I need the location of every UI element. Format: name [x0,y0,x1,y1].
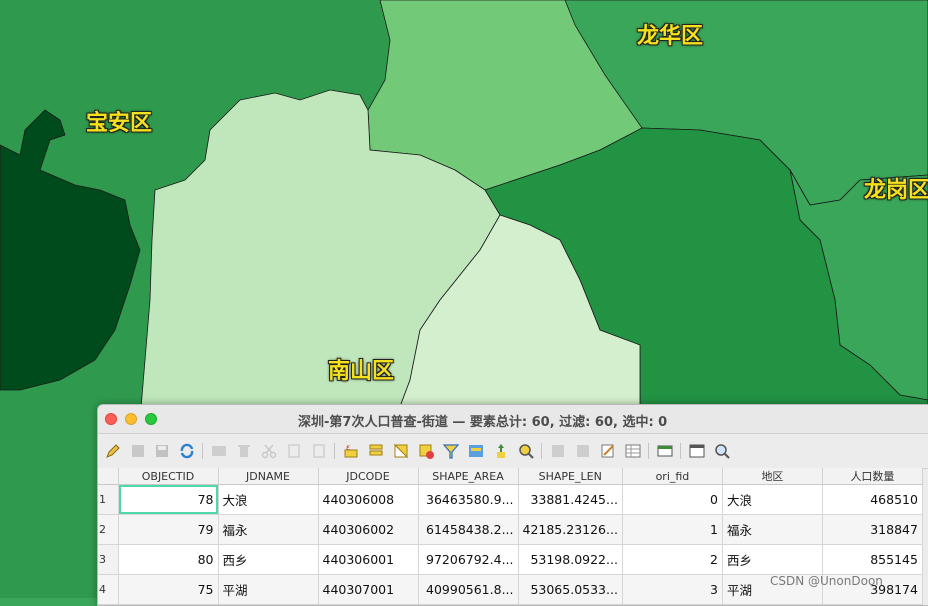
table-header-row: OBJECTID JDNAME JDCODE SHAPE_AREA SHAPE_… [98,468,923,485]
pan-to-selected-icon[interactable] [492,442,510,460]
multi-edit-icon[interactable] [129,442,147,460]
zoom-to-selected-icon[interactable] [517,442,535,460]
table-cell[interactable]: 75 [118,574,219,605]
district-label-longgang: 龙岗区 [864,178,928,203]
table-cell[interactable]: 大浪 [218,484,319,515]
minimize-window-button[interactable] [125,413,137,425]
paste-icon[interactable] [310,442,328,460]
district-label-longhua: 龙华区 [637,24,704,49]
district-label-nanshan: 南山区 [328,359,395,384]
table-cell[interactable]: 42185.23126... [518,514,623,545]
field-calculator-icon[interactable] [599,442,617,460]
table-cell[interactable]: 855145 [822,544,923,575]
actions-icon[interactable] [688,442,706,460]
table-cell[interactable]: 40990561.8... [418,574,519,605]
table-cell[interactable]: 大浪 [722,484,823,515]
row-number[interactable]: 4 [98,574,119,605]
column-header[interactable]: JDCODE [318,468,419,485]
window-title: 深圳-第7次人口普查-街道 — 要素总计: 60, 过滤: 60, 选中: 0 [298,415,668,430]
table-row[interactable]: 2 79 福永 440306002 61458438.2... 42185.23… [98,514,923,545]
row-number[interactable]: 1 [98,484,119,515]
column-header[interactable]: 地区 [722,468,823,485]
table-row[interactable]: 3 80 西乡 440306001 97206792.4... 53198.09… [98,544,923,575]
copy-icon[interactable] [285,442,303,460]
save-icon[interactable] [153,442,171,460]
district-label-baoan: 宝安区 [86,111,153,136]
attribute-toolbar: ε [98,434,928,469]
form-view-icon[interactable] [713,442,731,460]
add-feature-icon[interactable] [210,442,228,460]
table-cell[interactable]: 440306002 [318,514,419,545]
table-cell[interactable]: 2 [622,544,723,575]
table-cell[interactable]: 61458438.2... [418,514,519,545]
maximize-window-button[interactable] [145,413,157,425]
table-cell[interactable]: 平湖 [218,574,319,605]
column-header[interactable]: ori_fid [622,468,723,485]
deselect-icon[interactable] [417,442,435,460]
window-titlebar[interactable]: 深圳-第7次人口普查-街道 — 要素总计: 60, 过滤: 60, 选中: 0 [98,405,928,434]
expression-select-icon[interactable]: ε [342,442,360,460]
table-cell[interactable]: 36463580.9... [418,484,519,515]
pencil-icon[interactable] [104,442,122,460]
table-cell[interactable]: 福永 [722,514,823,545]
column-header[interactable]: JDNAME [218,468,319,485]
table-cell[interactable]: 79 [118,514,219,545]
table-cell[interactable]: 468510 [822,484,923,515]
table-cell[interactable]: 西乡 [218,544,319,575]
invert-selection-icon[interactable] [392,442,410,460]
table-cell[interactable]: 西乡 [722,544,823,575]
table-row[interactable]: 1 78 大浪 440306008 36463580.9... 33881.42… [98,484,923,515]
conditional-format-icon[interactable] [624,442,642,460]
table-cell[interactable]: 1 [622,514,723,545]
cut-icon[interactable] [260,442,278,460]
table-cell[interactable]: 53065.0533... [518,574,623,605]
table-cell[interactable]: 福永 [218,514,319,545]
column-header[interactable]: 人口数量 [822,468,923,485]
new-field-icon[interactable] [549,442,567,460]
table-cell[interactable]: 33881.4245... [518,484,623,515]
close-window-button[interactable] [105,413,117,425]
table-cell[interactable]: 440307001 [318,574,419,605]
svg-text:ε: ε [346,443,350,452]
table-cell[interactable]: 53198.0922... [518,544,623,575]
dock-icon[interactable] [656,442,674,460]
move-selection-top-icon[interactable] [467,442,485,460]
filter-icon[interactable] [442,442,460,460]
select-all-icon[interactable] [367,442,385,460]
watermark: CSDN @UnonDoon [770,574,883,588]
delete-field-icon[interactable] [574,442,592,460]
row-number[interactable]: 3 [98,544,119,575]
column-header[interactable]: OBJECTID [118,468,219,485]
delete-icon[interactable] [235,442,253,460]
column-header[interactable]: SHAPE_LEN [518,468,623,485]
table-cell[interactable]: 78 [118,484,219,515]
table-cell[interactable]: 97206792.4... [418,544,519,575]
table-cell[interactable]: 3 [622,574,723,605]
table-cell[interactable]: 80 [118,544,219,575]
corner-header[interactable] [98,468,119,485]
row-number[interactable]: 2 [98,514,119,545]
table-cell[interactable]: 440306001 [318,544,419,575]
column-header[interactable]: SHAPE_AREA [418,468,519,485]
table-cell[interactable]: 318847 [822,514,923,545]
reload-icon[interactable] [178,442,196,460]
table-cell[interactable]: 440306008 [318,484,419,515]
table-cell[interactable]: 0 [622,484,723,515]
